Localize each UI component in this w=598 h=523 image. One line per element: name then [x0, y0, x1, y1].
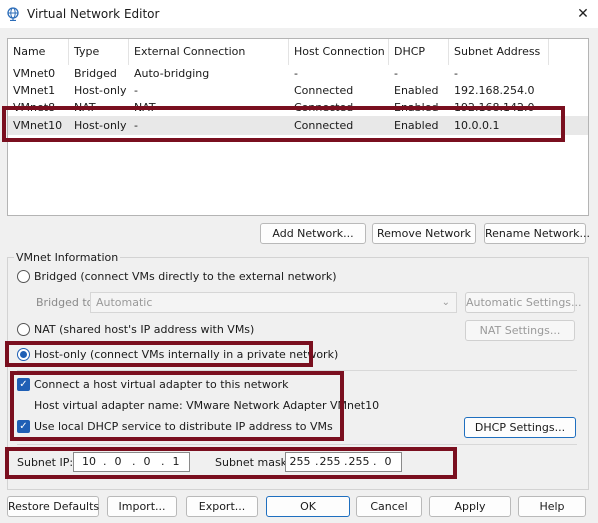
- help-button[interactable]: Help: [518, 496, 586, 517]
- column-header-external-connection[interactable]: External Connection: [129, 39, 289, 65]
- dhcp-settings-button[interactable]: DHCP Settings...: [464, 417, 576, 438]
- remove-network-button[interactable]: Remove Network: [372, 223, 476, 244]
- cell-subnet: 192.168.254.0: [454, 84, 535, 97]
- nat-settings-button[interactable]: NAT Settings...: [465, 320, 575, 341]
- column-header-host-connection[interactable]: Host Connection: [289, 39, 389, 65]
- cell-type: Host-only: [74, 84, 127, 97]
- ok-button[interactable]: OK: [266, 496, 350, 517]
- column-header-type[interactable]: Type: [69, 39, 129, 65]
- cell-type: Bridged: [74, 67, 117, 80]
- chevron-down-icon: ⌄: [441, 297, 450, 308]
- cell-dhcp: -: [394, 67, 398, 80]
- cancel-button[interactable]: Cancel: [356, 496, 422, 517]
- apply-button[interactable]: Apply: [429, 496, 511, 517]
- table-row[interactable]: VMnet1 Host-only - Connected Enabled 192…: [8, 82, 588, 99]
- highlight-box-host-only: [5, 341, 313, 367]
- bridged-label: Bridged (connect VMs directly to the ext…: [34, 270, 337, 283]
- highlight-box-adapter-options: [10, 371, 344, 441]
- restore-defaults-button[interactable]: Restore Defaults: [7, 496, 99, 517]
- bridged-to-label: Bridged to:: [36, 296, 98, 309]
- bridged-to-value: Automatic: [96, 296, 153, 309]
- column-header-name[interactable]: Name: [8, 39, 69, 65]
- window-title: Virtual Network Editor: [27, 7, 160, 21]
- divider: [17, 444, 577, 445]
- table-row[interactable]: VMnet0 Bridged Auto-bridging - - -: [8, 65, 588, 82]
- cell-host-connection: -: [294, 67, 298, 80]
- import-button[interactable]: Import...: [107, 496, 177, 517]
- cell-subnet: -: [454, 67, 458, 80]
- highlight-box-subnet: [5, 447, 457, 479]
- group-title: VMnet Information: [14, 251, 121, 264]
- column-header-subnet-address[interactable]: Subnet Address: [449, 39, 549, 65]
- nat-label: NAT (shared host's IP address with VMs): [34, 323, 255, 336]
- export-button[interactable]: Export...: [186, 496, 258, 517]
- automatic-settings-button[interactable]: Automatic Settings...: [465, 292, 582, 313]
- network-globe-icon: [7, 7, 19, 21]
- cell-name: VMnet1: [13, 84, 56, 97]
- highlight-box-selected-row: [2, 106, 565, 142]
- nat-radio[interactable]: [17, 323, 30, 336]
- add-network-button[interactable]: Add Network...: [260, 223, 366, 244]
- cell-dhcp: Enabled: [394, 84, 439, 97]
- cell-host-connection: Connected: [294, 84, 354, 97]
- cell-name: VMnet0: [13, 67, 56, 80]
- close-button[interactable]: ✕: [572, 4, 594, 24]
- cell-external: Auto-bridging: [134, 67, 210, 80]
- cell-external: -: [134, 84, 138, 97]
- bridged-radio[interactable]: [17, 270, 30, 283]
- rename-network-button[interactable]: Rename Network...: [484, 223, 590, 244]
- column-header-dhcp[interactable]: DHCP: [389, 39, 449, 65]
- bridged-to-select[interactable]: Automatic ⌄: [90, 292, 457, 313]
